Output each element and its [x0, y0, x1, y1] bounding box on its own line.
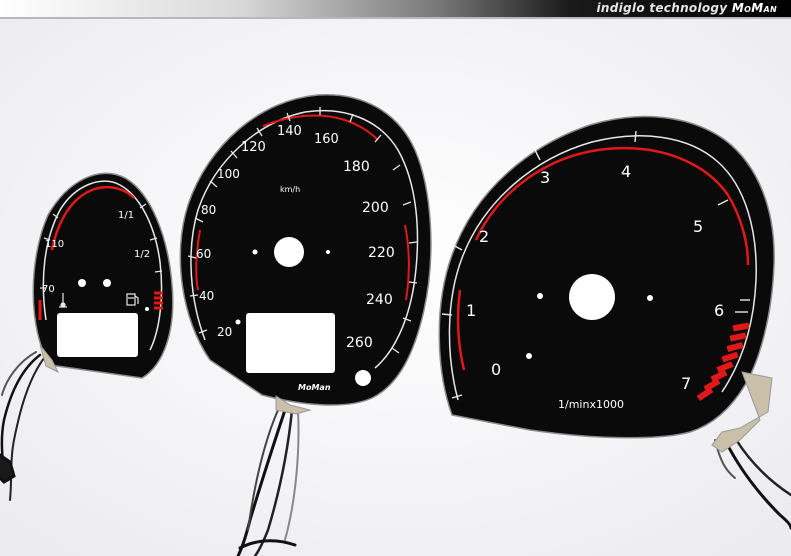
speedometer-pin-3	[235, 319, 241, 325]
left-gauge-small-hole	[145, 307, 149, 311]
rpm-label-3: 3	[540, 168, 550, 187]
rpm-label-1: 1	[466, 301, 476, 320]
tachometer-unit: 1/minx1000	[558, 398, 624, 411]
gauge-scene: 70 110 1/1 1/2 20 40 60 80 100 120 140 1…	[0, 19, 791, 556]
speed-label-240: 240	[366, 292, 393, 308]
left-gauge-pin-hole-2	[103, 279, 111, 287]
tachometer-pin-3	[526, 353, 532, 359]
left-gauge-label-70: 70	[42, 284, 55, 295]
tachometer-pin-2	[647, 295, 653, 301]
rpm-label-4: 4	[621, 162, 631, 181]
speed-label-100: 100	[217, 167, 240, 181]
speedometer-center-hole	[274, 237, 304, 267]
speed-label-80: 80	[201, 203, 216, 217]
tachometer-pin-1	[537, 293, 543, 299]
speed-label-140: 140	[277, 124, 302, 139]
speed-label-20: 20	[217, 325, 232, 339]
left-gauge-label-1-2: 1/2	[134, 249, 150, 260]
speed-label-120: 120	[241, 140, 266, 155]
speedometer-brand: MoMan	[298, 383, 331, 392]
left-gauge-pin-hole-1	[78, 279, 86, 287]
rpm-label-5: 5	[693, 217, 703, 236]
speed-label-40: 40	[199, 289, 214, 303]
rpm-label-0: 0	[491, 360, 501, 379]
speedometer-pin-1	[252, 249, 258, 255]
speedometer-unit: km/h	[280, 185, 300, 194]
left-gauge-window	[57, 313, 138, 357]
speedometer-reset-hole	[355, 370, 371, 386]
rpm-label-6: 6	[714, 301, 724, 320]
tachometer-center-hole	[569, 274, 615, 320]
speed-label-260: 260	[346, 335, 373, 351]
speed-label-200: 200	[362, 200, 389, 216]
speed-label-160: 160	[314, 132, 339, 147]
speedometer-window	[246, 313, 335, 373]
speedometer-pin-2	[326, 250, 330, 254]
speed-label-180: 180	[343, 159, 370, 175]
speed-label-220: 220	[368, 245, 395, 261]
left-gauge-label-1-1: 1/1	[118, 210, 134, 221]
rpm-label-7: 7	[681, 374, 691, 393]
rpm-label-2: 2	[479, 227, 489, 246]
left-gauge-label-110: 110	[45, 239, 64, 250]
speed-label-60: 60	[196, 247, 211, 261]
